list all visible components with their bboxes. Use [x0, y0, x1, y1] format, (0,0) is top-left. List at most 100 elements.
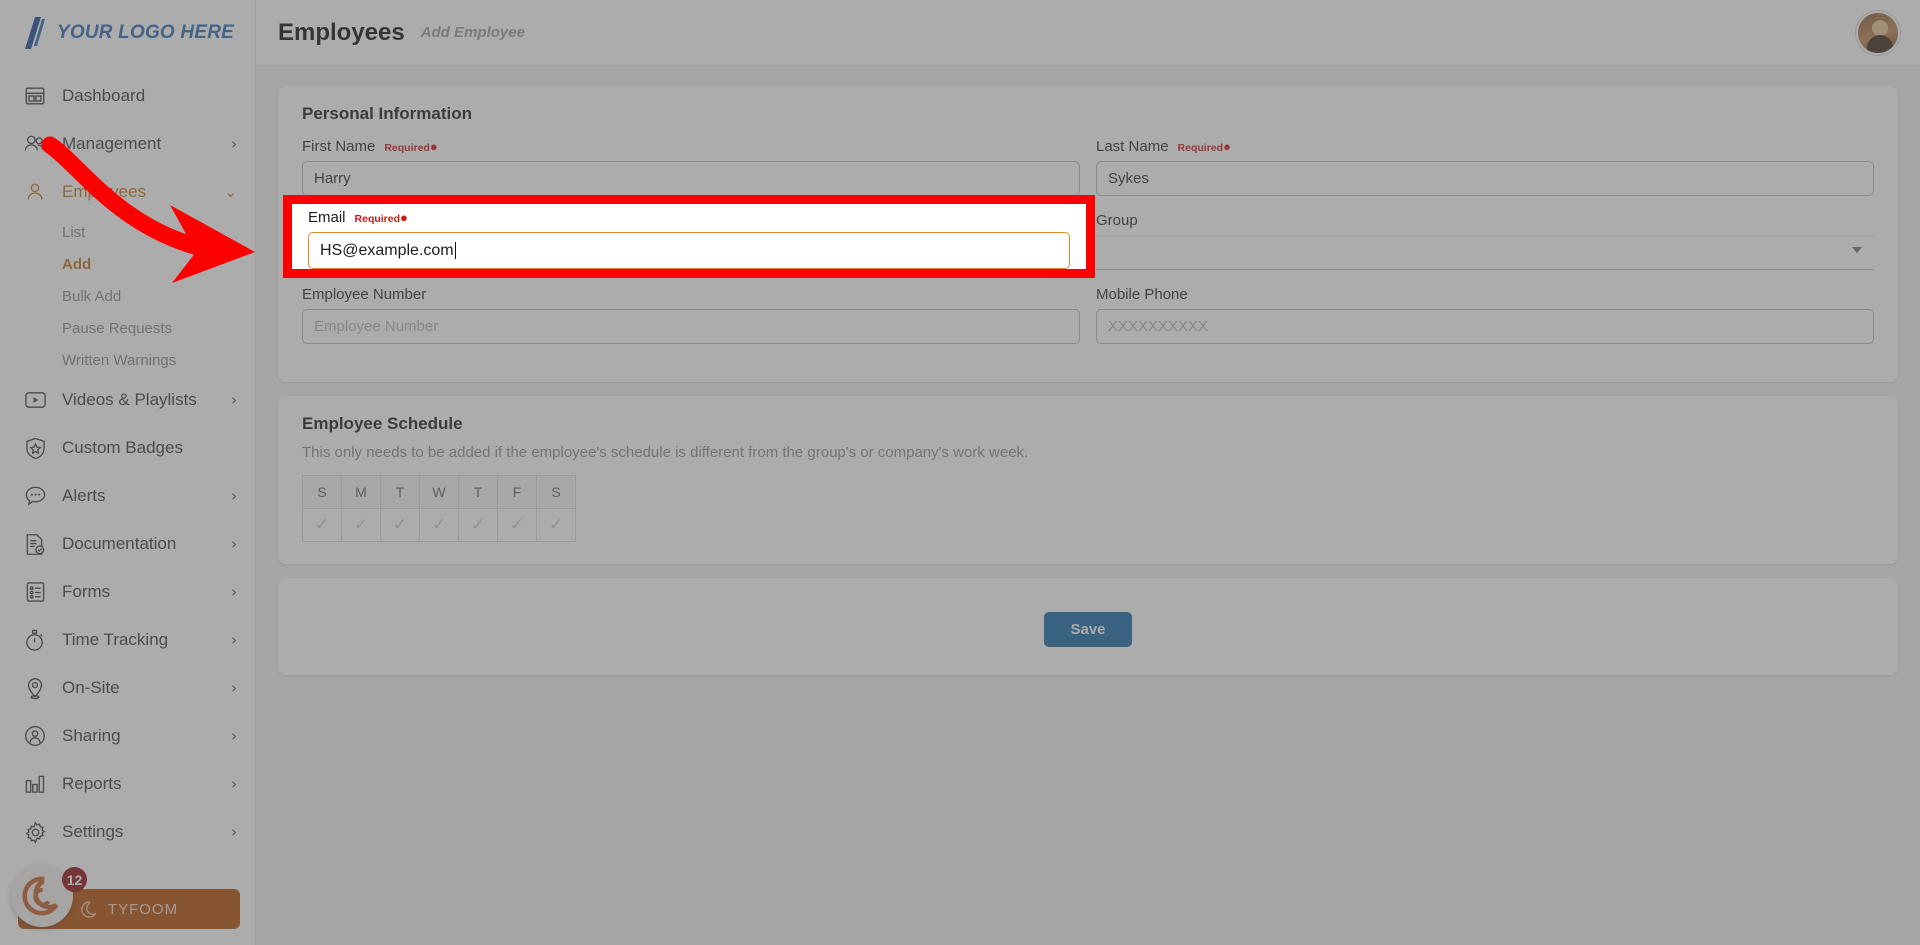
sidebar: YOUR LOGO HERE Dashboard Management › Em…: [0, 0, 256, 945]
last-name-label-row: Last Name Required●: [1096, 138, 1874, 155]
day-header: W: [419, 475, 459, 509]
mobile-phone-label-row: Mobile Phone: [1096, 286, 1874, 303]
day-header: M: [341, 475, 381, 509]
sidebar-item-label: Settings: [62, 822, 124, 841]
tyfoom-button-label: TYFOOM: [107, 900, 179, 918]
sidebar-subitem-label: List: [62, 223, 86, 241]
tyfoom-widget[interactable]: TYFOOM 12: [11, 865, 240, 929]
sidebar-subitem-written-warnings[interactable]: Written Warnings: [0, 344, 255, 376]
sidebar-item-documentation[interactable]: Documentation ›: [0, 520, 255, 568]
sidebar-subitem-bulk-add[interactable]: Bulk Add: [0, 280, 255, 312]
sidebar-item-time-tracking[interactable]: Time Tracking ›: [0, 616, 255, 664]
employee-number-label-row: Employee Number: [302, 286, 1080, 303]
avatar[interactable]: [1856, 11, 1900, 55]
sidebar-subitem-label: Add: [62, 255, 92, 273]
sidebar-item-management[interactable]: Management ›: [0, 120, 255, 168]
employee-number-label: Employee Number: [302, 286, 427, 303]
group-label-row: Group: [1096, 212, 1874, 229]
pin-icon: [22, 675, 48, 701]
first-name-label-row: First Name Required●: [302, 138, 1080, 155]
required-marker: Required●: [354, 210, 408, 225]
sidebar-item-label: Videos & Playlists: [62, 390, 197, 409]
day-checkbox[interactable]: ✓: [419, 508, 459, 542]
document-icon: [22, 531, 48, 557]
day-header: T: [380, 475, 420, 509]
actions-card: Save: [278, 578, 1898, 675]
sidebar-subitem-list[interactable]: List: [0, 216, 255, 248]
chevron-down-icon: [1852, 247, 1862, 253]
sidebar-subitem-add[interactable]: Add: [0, 248, 255, 280]
page-title: Employees: [278, 18, 405, 46]
sidebar-item-on-site[interactable]: On-Site ›: [0, 664, 255, 712]
person-icon: [22, 179, 48, 205]
day-checkbox[interactable]: ✓: [497, 508, 537, 542]
day-checkbox[interactable]: ✓: [302, 508, 342, 542]
sidebar-item-forms[interactable]: Forms ›: [0, 568, 255, 616]
day-checkbox[interactable]: ✓: [458, 508, 498, 542]
chevron-right-icon: ›: [231, 775, 237, 793]
sidebar-subitem-pause-requests[interactable]: Pause Requests: [0, 312, 255, 344]
sidebar-item-label: Forms: [62, 582, 111, 601]
sidebar-item-sharing[interactable]: Sharing ›: [0, 712, 255, 760]
mobile-phone-label: Mobile Phone: [1096, 286, 1188, 303]
day-checkbox[interactable]: ✓: [536, 508, 576, 542]
stopwatch-icon: [22, 627, 48, 653]
sidebar-item-employees[interactable]: Employees ⌄: [0, 168, 255, 216]
section-description: This only needs to be added if the emplo…: [302, 444, 1029, 461]
group-select[interactable]: [1096, 235, 1874, 270]
schedule-checkbox-row: ✓ ✓ ✓ ✓ ✓ ✓ ✓: [302, 508, 576, 542]
day-header: T: [458, 475, 498, 509]
sidebar-item-custom-badges[interactable]: Custom Badges: [0, 424, 255, 472]
group-field: Group: [1096, 212, 1874, 270]
employee-number-input[interactable]: [302, 309, 1080, 344]
sidebar-item-label: Employees: [62, 182, 147, 201]
chevron-right-icon: ›: [231, 391, 237, 409]
section-title: Personal Information: [302, 104, 473, 123]
logo-text: YOUR LOGO HERE: [57, 22, 234, 43]
people-icon: [22, 131, 48, 157]
chart-icon: [22, 771, 48, 797]
employee-schedule-card: Employee Schedule This only needs to be …: [278, 396, 1898, 564]
email-field-highlighted: Email Required● HS@example.com: [292, 204, 1086, 269]
sidebar-item-alerts[interactable]: Alerts ›: [0, 472, 255, 520]
day-checkbox[interactable]: ✓: [380, 508, 420, 542]
required-marker: Required●: [384, 139, 438, 154]
day-checkbox[interactable]: ✓: [341, 508, 381, 542]
app-logo[interactable]: YOUR LOGO HERE: [0, 0, 255, 66]
sidebar-item-label: Documentation: [62, 534, 177, 553]
sidebar-nav: Dashboard Management › Employees ⌄ List …: [0, 66, 255, 856]
sidebar-item-label: Custom Badges: [62, 438, 183, 457]
sidebar-item-label: Reports: [62, 774, 122, 793]
video-icon: [22, 387, 48, 413]
required-marker: Required●: [1177, 139, 1231, 154]
chevron-right-icon: ›: [231, 583, 237, 601]
group-label: Group: [1096, 212, 1138, 229]
last-name-label: Last Name: [1096, 138, 1169, 155]
sidebar-item-reports[interactable]: Reports ›: [0, 760, 255, 808]
email-input-focused[interactable]: HS@example.com: [308, 232, 1070, 269]
day-header: S: [536, 475, 576, 509]
sidebar-item-videos-playlists[interactable]: Videos & Playlists ›: [0, 376, 255, 424]
alert-icon: [22, 483, 48, 509]
first-name-input[interactable]: [302, 161, 1080, 196]
day-header: F: [497, 475, 537, 509]
sidebar-item-settings[interactable]: Settings ›: [0, 808, 255, 856]
sidebar-item-label: Sharing: [62, 726, 121, 745]
sidebar-item-dashboard[interactable]: Dashboard: [0, 72, 255, 120]
chevron-right-icon: ›: [231, 823, 237, 841]
tyfoom-badge-count: 12: [62, 867, 87, 892]
chevron-right-icon: ›: [231, 487, 237, 505]
logo-mark-icon: [25, 17, 45, 49]
sidebar-item-label: Management: [62, 134, 162, 153]
save-button[interactable]: Save: [1044, 612, 1132, 647]
chevron-right-icon: ›: [231, 631, 237, 649]
last-name-input[interactable]: [1096, 161, 1874, 196]
last-name-field: Last Name Required●: [1096, 138, 1874, 196]
forms-icon: [22, 579, 48, 605]
sidebar-subitem-label: Bulk Add: [62, 287, 122, 305]
email-field-highlight: Email Required● HS@example.com: [283, 195, 1095, 278]
tyfoom-swirl-icon: [22, 876, 59, 916]
text-cursor: [454, 242, 456, 259]
sidebar-item-label: Time Tracking: [62, 630, 169, 649]
mobile-phone-input[interactable]: [1096, 309, 1874, 344]
